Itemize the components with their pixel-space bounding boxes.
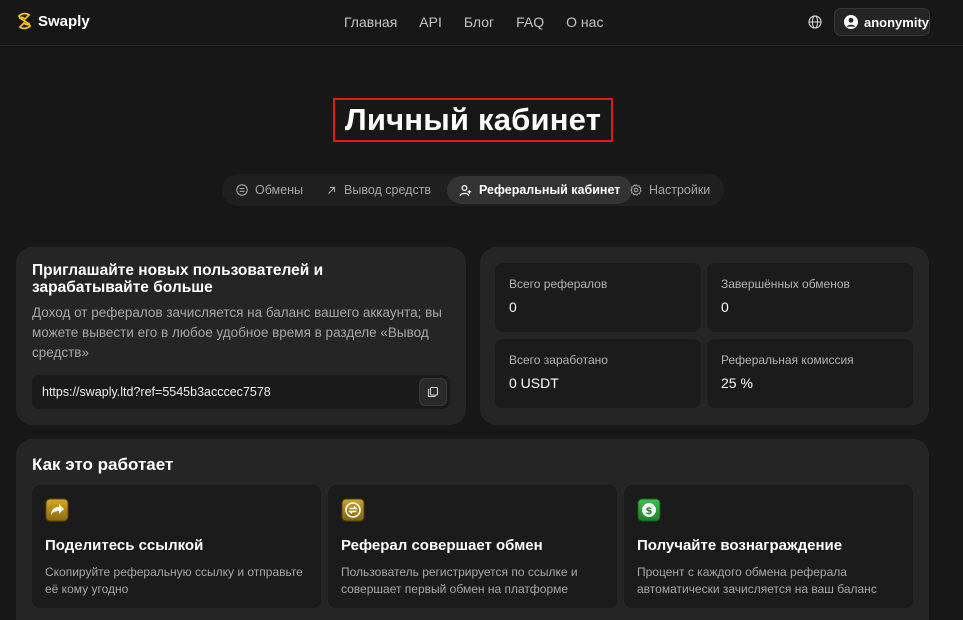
arrow-up-right-icon [328,186,336,194]
stat-value: 25 % [721,375,753,391]
tab-exchanges[interactable]: Обмены [224,176,315,204]
main-nav: Главная API Блог FAQ О нас [344,13,625,31]
stat-label: Завершённых обменов [721,277,850,291]
stat-value: 0 [509,299,517,315]
step-description: Пользователь регистрируется по ссылке и … [341,565,578,596]
step-receive-reward: $ Получайте вознаграждение Процент с каж… [624,485,913,608]
referral-link-field[interactable]: https://swaply.ltd?ref=5545b3acccec7578 [32,375,450,409]
svg-text:$: $ [646,506,653,517]
globe-icon[interactable] [808,15,822,29]
username: anonymity [863,14,929,30]
brand-name: Swaply [38,12,90,30]
nav-link-api[interactable]: API [419,13,442,31]
account-tabs: Обмены Вывод средств Реферальный кабинет… [222,174,724,206]
copy-link-button[interactable] [419,378,447,406]
tab-withdraw-label: Вывод средств [344,183,432,197]
tab-referral-label: Реферальный кабинет [479,183,621,197]
dollar-icon: $ [637,498,661,522]
copy-icon [427,386,439,398]
user-menu-button[interactable]: anonymity [834,8,930,36]
step-description: Процент с каждого обмена реферала автома… [637,565,877,596]
swaply-logo-icon [17,12,32,30]
exchange-icon [341,498,365,522]
share-icon [45,498,69,522]
how-it-works-title: Как это работает [32,455,174,474]
nav-link-about[interactable]: О нас [566,13,603,31]
tab-exchanges-label: Обмены [255,183,304,197]
stats-card: Всего рефералов 0 Завершённых обменов 0 … [480,247,929,425]
top-header: Swaply Главная API Блог FAQ О нас anonym… [0,0,963,46]
how-it-works-card: Как это работает Поделитесь ссылкой Скоп… [16,439,929,620]
nav-link-home[interactable]: Главная [344,13,397,31]
step-title: Получайте вознаграждение [637,537,843,554]
user-plus-icon [459,184,472,196]
invite-card: Приглашайте новых пользователей и зараба… [16,247,466,425]
stat-total-referrals: Всего рефералов 0 [495,263,701,332]
tab-withdraw[interactable]: Вывод средств [314,176,443,204]
nav-link-blog[interactable]: Блог [464,13,494,31]
stat-value: 0 USDT [509,375,559,391]
step-share-link: Поделитесь ссылкой Скопируйте реферальну… [32,485,321,608]
stat-label: Всего рефералов [509,277,608,291]
step-referral-exchange: Реферал совершает обмен Пользователь рег… [328,485,617,608]
tab-settings[interactable]: Настройки [618,176,722,204]
tab-settings-label: Настройки [649,183,711,197]
invite-description: Доход от рефералов зачисляется на баланс… [32,305,442,360]
stat-referral-commission: Реферальная комиссия 25 % [707,339,913,408]
referral-link-text[interactable]: https://swaply.ltd?ref=5545b3acccec7578 [42,385,271,399]
step-description: Скопируйте реферальную ссылку и отправьт… [45,565,303,596]
step-title: Реферал совершает обмен [341,537,543,554]
step-title: Поделитесь ссылкой [45,537,204,554]
stat-label: Реферальная комиссия [721,353,854,367]
nav-link-faq[interactable]: FAQ [516,13,544,31]
user-avatar-icon [844,15,858,29]
stat-value: 0 [721,299,729,315]
stat-label: Всего заработано [509,353,608,367]
gear-icon [630,184,642,196]
list-icon [236,184,248,196]
tab-referral[interactable]: Реферальный кабинет [447,176,633,204]
invite-title: Приглашайте новых пользователей и зараба… [32,262,324,296]
stat-completed-exchanges: Завершённых обменов 0 [707,263,913,332]
brand-logo[interactable]: Swaply [16,12,90,30]
page-title: Личный кабинет [333,98,613,142]
stat-total-earned: Всего заработано 0 USDT [495,339,701,408]
